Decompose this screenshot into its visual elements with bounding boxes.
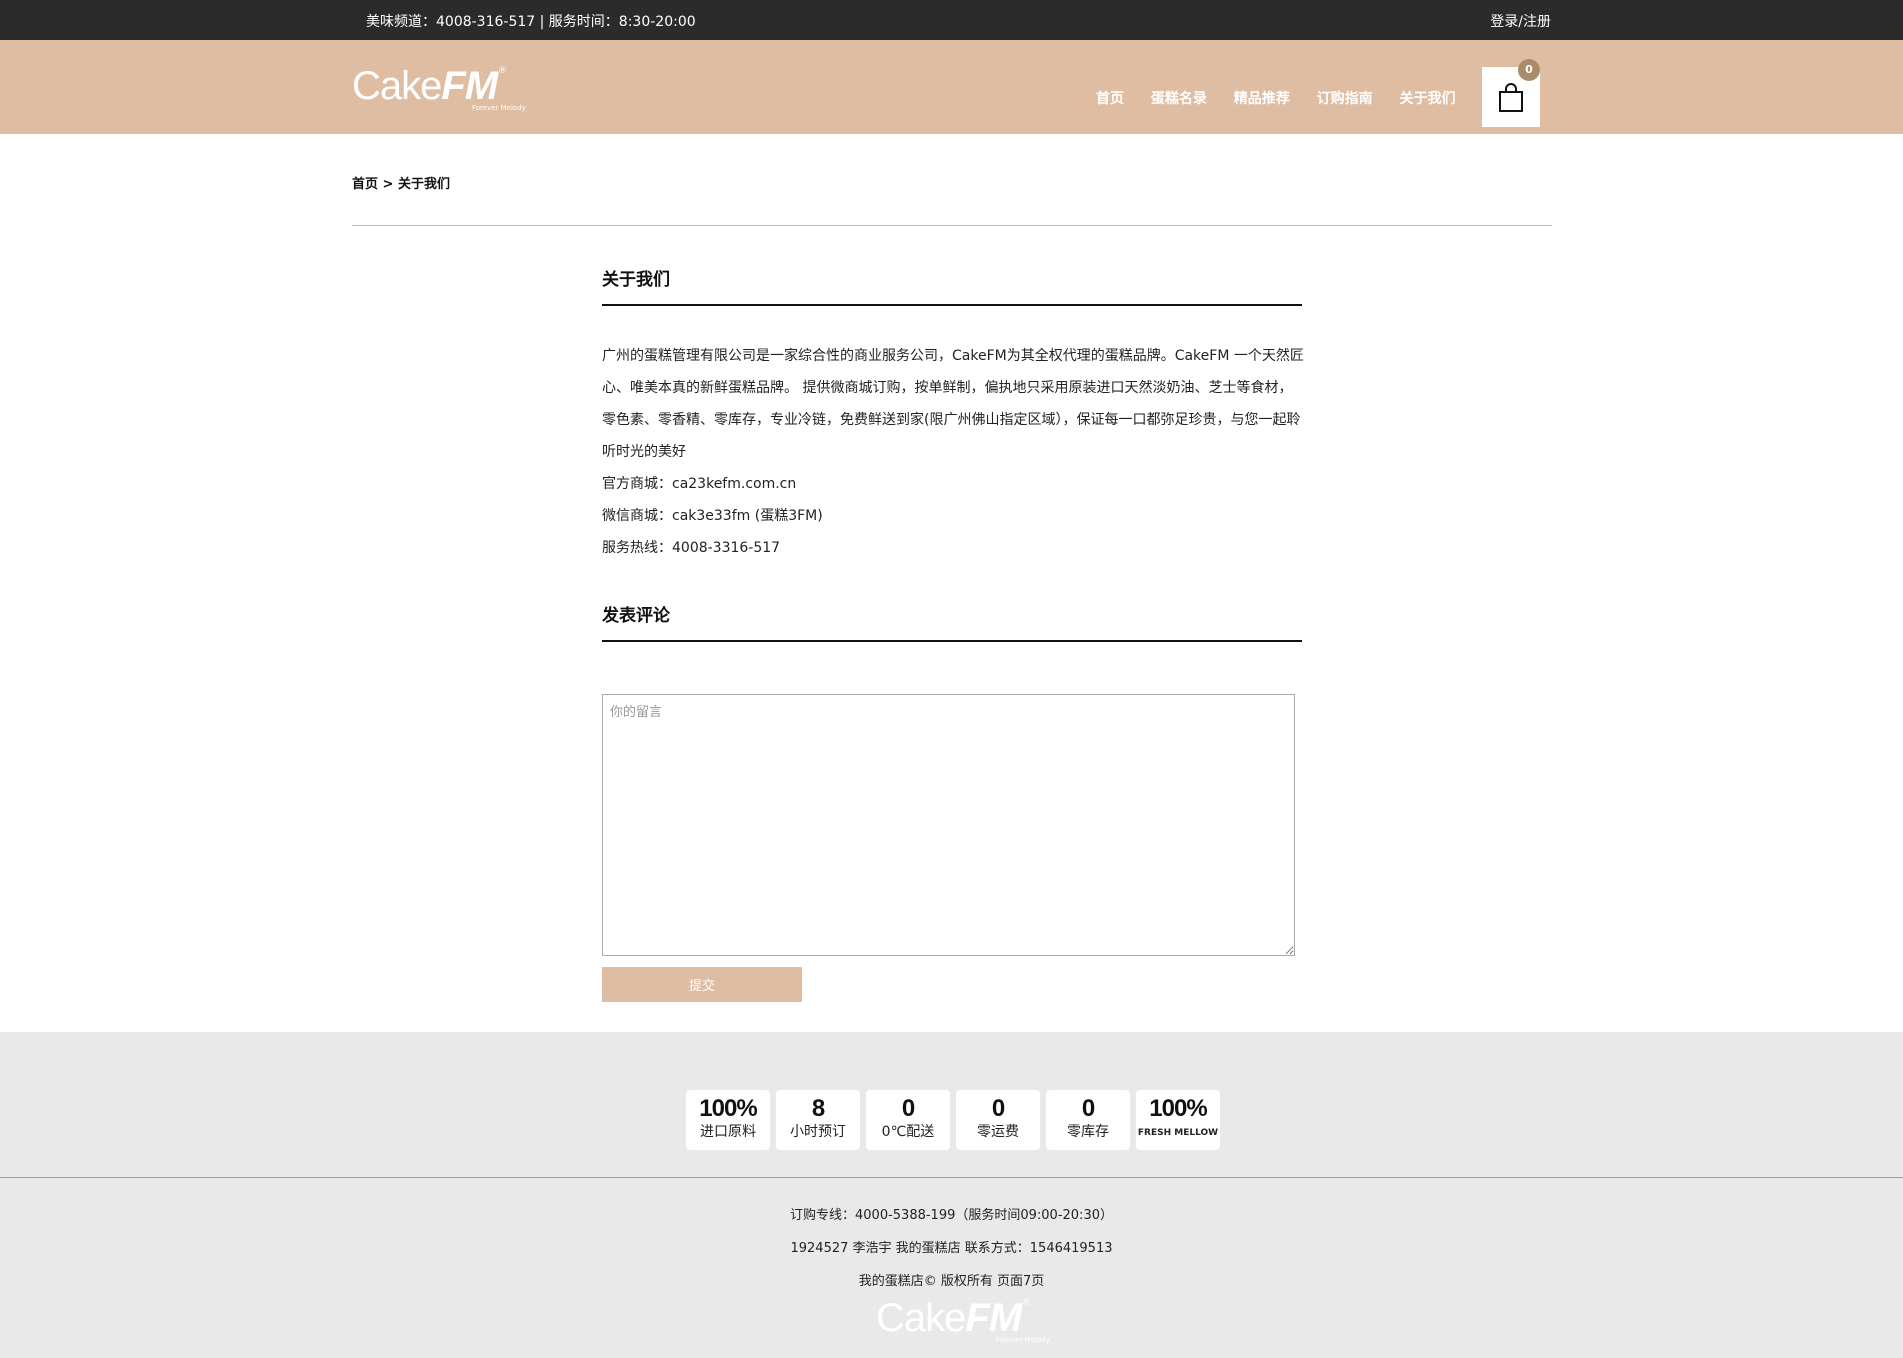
- top-bar: 美味频道：4008-316-517 | 服务时间：8:30-20:00 登录/注…: [0, 0, 1903, 40]
- stat-label: 零运费: [977, 1124, 1019, 1140]
- wechat-mall-text: 微信商城：cak3e33fm (蛋糕3FM): [602, 508, 823, 524]
- breadcrumb-separator: >: [378, 177, 398, 192]
- submit-button[interactable]: 提交: [602, 967, 802, 1002]
- order-hotline-text: 订购专线：4000-5388-199（服务时间09:00-20:30）: [790, 1208, 1113, 1223]
- cart-count-badge: 0: [1518, 59, 1540, 81]
- site-header: CakeFM ® Forever Melody 首页 蛋糕名录 精品推荐 订购指…: [0, 40, 1903, 134]
- stat-label: 0℃配送: [881, 1124, 935, 1140]
- comment-textarea[interactable]: [602, 694, 1295, 956]
- breadcrumb-current: 关于我们: [397, 177, 450, 192]
- stat-number: 8: [811, 1095, 825, 1122]
- logo-cake-text: Cake: [876, 1296, 966, 1340]
- breadcrumb-home[interactable]: 首页: [352, 177, 378, 192]
- shopping-bag-icon: [1499, 83, 1523, 112]
- contact-text: 1924527 李浩宇 我的蛋糕店 联系方式：1546419513: [790, 1241, 1113, 1256]
- about-title-underline: [602, 304, 1302, 306]
- about-paragraph: 广州的蛋糕管理有限公司是一家综合性的商业服务公司，CakeFM为其全权代理的蛋糕…: [602, 348, 1304, 460]
- stat-label: 小时预订: [790, 1124, 846, 1140]
- comment-title-underline: [602, 640, 1302, 642]
- stat-number: 0: [901, 1095, 915, 1122]
- login-register-link[interactable]: 登录/注册: [1490, 11, 1551, 31]
- logo-fm-text: FM: [965, 1296, 1022, 1340]
- stat-zero-shipping: 0 零运费: [956, 1090, 1040, 1150]
- nav-home[interactable]: 首页: [1096, 91, 1124, 107]
- stat-label: 零库存: [1067, 1124, 1109, 1140]
- logo-cake-text: Cake: [352, 64, 442, 108]
- stats-row: 100% 进口原料 8 小时预订 0 0℃配送 0 零运费 0 零库存 100%…: [686, 1090, 1226, 1150]
- stat-label: FRESH MELLOW: [1137, 1128, 1219, 1138]
- cart-button[interactable]: 0: [1482, 59, 1540, 127]
- nav-order-guide[interactable]: 订购指南: [1317, 91, 1373, 107]
- nav-cake-catalog[interactable]: 蛋糕名录: [1151, 91, 1207, 107]
- site-footer: 100% 进口原料 8 小时预订 0 0℃配送 0 零运费 0 零库存 100%…: [0, 1032, 1903, 1358]
- nav-recommended[interactable]: 精品推荐: [1234, 91, 1290, 107]
- logo-registered-mark: ®: [1022, 1298, 1031, 1308]
- stat-hours-preorder: 8 小时预订: [776, 1090, 860, 1150]
- stat-imported-ingredients: 100% 进口原料: [686, 1090, 770, 1150]
- stat-label: 进口原料: [700, 1124, 756, 1140]
- official-mall-text: 官方商城：ca23kefm.com.cn: [602, 476, 797, 492]
- hotline-text: 美味频道：4008-316-517 | 服务时间：8:30-20:00: [366, 14, 696, 30]
- comment-title: 发表评论: [602, 606, 670, 626]
- stat-fresh-mellow: 100% FRESH MELLOW: [1136, 1090, 1220, 1150]
- copyright-text: 我的蛋糕店© 版权所有 页面7页: [858, 1274, 1045, 1289]
- main-nav: 首页 蛋糕名录 精品推荐 订购指南 关于我们: [1096, 88, 1478, 108]
- nav-about-us[interactable]: 关于我们: [1400, 91, 1456, 107]
- breadcrumb-divider: [352, 225, 1552, 226]
- stat-number: 0: [1081, 1095, 1095, 1122]
- stat-cold-delivery: 0 0℃配送: [866, 1090, 950, 1150]
- stat-number: 100%: [1149, 1095, 1207, 1122]
- breadcrumb: 首页 > 关于我们: [352, 173, 450, 192]
- logo-tagline: Forever Melody: [996, 1336, 1050, 1344]
- logo-fm-text: FM: [441, 64, 498, 108]
- footer-divider: [0, 1177, 1903, 1178]
- stat-number: 0: [991, 1095, 1005, 1122]
- logo-tagline: Forever Melody: [472, 104, 526, 112]
- logo-registered-mark: ®: [498, 66, 507, 76]
- service-hotline-text: 服务热线：4008-3316-517: [602, 540, 781, 556]
- about-title: 关于我们: [602, 270, 670, 290]
- stat-number: 100%: [699, 1095, 757, 1122]
- stat-zero-inventory: 0 零库存: [1046, 1090, 1130, 1150]
- footer-cakefm-logo: CakeFM ® Forever Melody: [876, 1296, 1050, 1346]
- cakefm-logo[interactable]: CakeFM ® Forever Melody: [352, 64, 526, 114]
